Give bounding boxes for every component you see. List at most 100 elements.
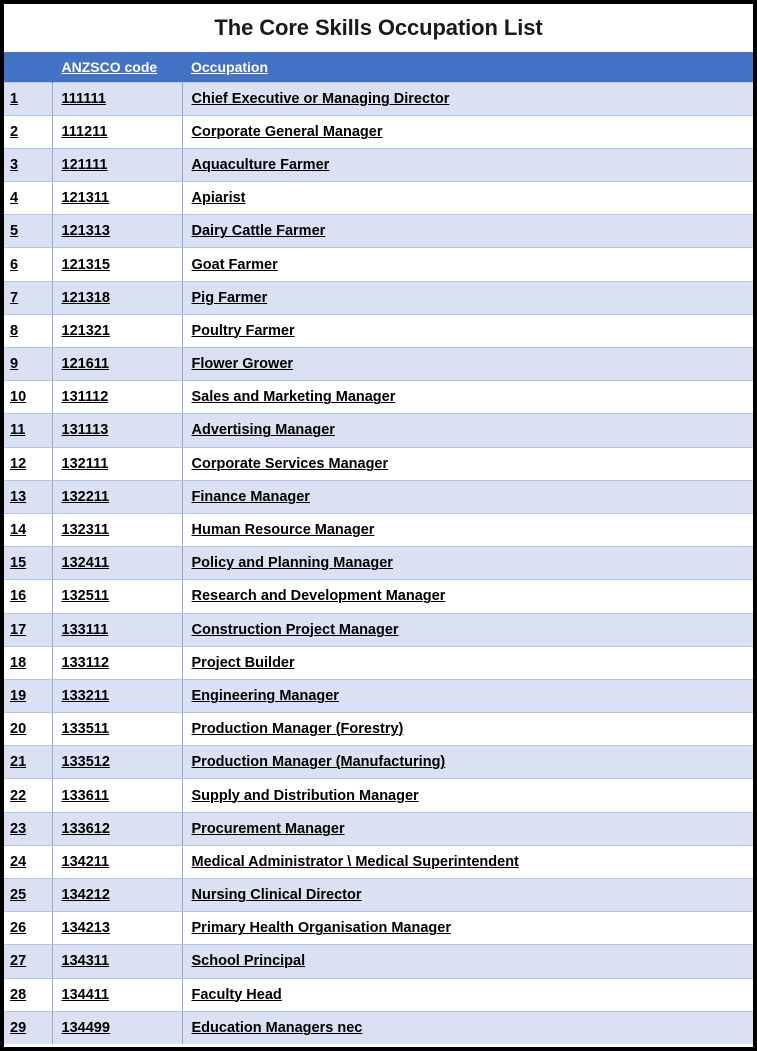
occupation-text: Supply and Distribution Manager <box>191 787 419 804</box>
row-index-cell: 19 <box>4 678 52 714</box>
row-index-cell: 27 <box>4 944 52 979</box>
occupation-cell: Education Managers nec <box>182 1010 753 1045</box>
occupation-text: Construction Project Manager <box>191 621 399 638</box>
table-row[interactable]: 4 121311 Apiarist <box>4 181 753 216</box>
anzsco-code-cell: 134499 <box>51 1010 183 1045</box>
row-index-cell: 2 <box>4 114 52 149</box>
table-row[interactable]: 29 134499 Education Managers nec <box>4 1010 753 1045</box>
anzsco-code-cell: 121313 <box>51 214 183 249</box>
table-row[interactable]: 1 111111 Chief Executive or Managing Direc… <box>4 81 753 116</box>
anzsco-code-cell: 111111 <box>51 81 183 116</box>
occupation-text: Procurement Manager <box>191 820 345 837</box>
table-row[interactable]: 21 133512 Production Manager (Manufacturin… <box>4 745 753 780</box>
table-row[interactable]: 27 134311 School Principal <box>4 944 753 979</box>
row-index-text: 21 <box>10 754 27 771</box>
anzsco-code-cell: 132311 <box>51 512 183 548</box>
table-row[interactable]: 28 134411 Faculty Head <box>4 977 753 1012</box>
anzsco-code-text: 133612 <box>61 820 110 837</box>
occupation-cell: Finance Manager <box>182 479 753 514</box>
table-row[interactable]: 24 134211 Medical Administrator \ Medical … <box>4 844 753 880</box>
occupation-text: Project Builder <box>191 654 295 671</box>
occupation-text: Poultry Farmer <box>191 322 295 339</box>
table-row[interactable]: 14 132311 Human Resource Manager <box>4 512 753 548</box>
table-row[interactable]: 16 132511 Research and Development Manager <box>4 579 753 614</box>
row-index-text: 24 <box>10 853 27 870</box>
occupation-cell: Human Resource Manager <box>182 512 753 548</box>
row-index-cell: 11 <box>4 413 52 448</box>
table-row[interactable]: 26 134213 Primary Health Organisation Mana… <box>4 911 753 946</box>
table-row[interactable]: 2 111211 Corporate General Manager <box>4 114 753 149</box>
anzsco-code-text: 133511 <box>61 721 110 738</box>
occupation-text: Human Resource Manager <box>191 522 375 539</box>
occupation-cell: Faculty Head <box>182 977 753 1012</box>
row-index-cell: 26 <box>4 911 52 946</box>
anzsco-code-cell: 134411 <box>51 977 183 1012</box>
occupation-cell: Chief Executive or Managing Director <box>182 81 753 116</box>
table-row[interactable]: 25 134212 Nursing Clinical Director <box>4 877 753 913</box>
anzsco-code-text: 134311 <box>61 953 110 970</box>
occupation-cell: Procurement Manager <box>182 811 753 846</box>
occupation-text: Sales and Marketing Manager <box>191 389 396 406</box>
table-row[interactable]: 22 133611 Supply and Distribution Manager <box>4 778 753 813</box>
table-row[interactable]: 6 121315 Goat Farmer <box>4 247 753 282</box>
row-index-text: 18 <box>10 654 27 671</box>
row-index-text: 14 <box>10 522 27 539</box>
occupation-cell: Supply and Distribution Manager <box>182 778 753 813</box>
anzsco-code-cell: 121111 <box>51 147 183 183</box>
row-index-text: 28 <box>10 986 27 1003</box>
anzsco-code-text: 131113 <box>61 422 109 439</box>
row-index-cell: 1 <box>4 81 52 116</box>
row-index-text: 1 <box>10 90 19 107</box>
row-index-cell: 7 <box>4 280 52 315</box>
row-index-cell: 3 <box>4 147 52 183</box>
anzsco-code-cell: 134211 <box>51 844 183 880</box>
column-header-occupation[interactable]: Occupation <box>182 52 753 82</box>
table-row[interactable]: 3 121111 Aquaculture Farmer <box>4 147 753 183</box>
table-row[interactable]: 10 131112 Sales and Marketing Manager <box>4 380 753 415</box>
table-row[interactable]: 15 132411 Policy and Planning Manager <box>4 546 753 581</box>
row-index-cell: 13 <box>4 479 52 514</box>
occupation-cell: Corporate Services Manager <box>182 446 753 481</box>
anzsco-code-cell: 134212 <box>51 877 183 913</box>
table-row[interactable]: 18 133112 Project Builder <box>4 645 753 680</box>
occupation-cell: Primary Health Organisation Manager <box>182 911 753 946</box>
table-row[interactable]: 20 133511 Production Manager (Forestry) <box>4 712 753 747</box>
anzsco-code-cell: 133112 <box>51 645 183 680</box>
column-header-index[interactable] <box>4 52 52 82</box>
table-header: ANZSCO code Occupation <box>4 52 753 82</box>
anzsco-code-text: 134213 <box>61 920 110 937</box>
anzsco-code-cell: 121318 <box>51 280 183 315</box>
row-index-text: 27 <box>10 953 27 970</box>
anzsco-code-cell: 111211 <box>51 114 183 149</box>
row-index-cell: 15 <box>4 546 52 581</box>
row-index-cell: 22 <box>4 778 52 813</box>
row-index-cell: 21 <box>4 745 52 780</box>
anzsco-code-text: 132311 <box>61 522 110 539</box>
occupation-text: Education Managers nec <box>191 1020 363 1037</box>
row-index-cell: 16 <box>4 579 52 614</box>
anzsco-code-cell: 133111 <box>51 612 183 647</box>
anzsco-code-cell: 121315 <box>51 247 183 282</box>
table-row[interactable]: 17 133111 Construction Project Manager <box>4 612 753 647</box>
table-row[interactable]: 11 131113 Advertising Manager <box>4 413 753 448</box>
occupation-text: Policy and Planning Manager <box>191 555 393 572</box>
table-row[interactable]: 7 121318 Pig Farmer <box>4 280 753 315</box>
anzsco-code-text: 132211 <box>61 488 110 505</box>
anzsco-code-text: 121315 <box>61 256 110 273</box>
row-index-cell: 29 <box>4 1010 52 1045</box>
anzsco-code-text: 134499 <box>61 1020 110 1037</box>
anzsco-code-cell: 134213 <box>51 911 183 946</box>
occupation-cell: Sales and Marketing Manager <box>182 380 753 415</box>
table-row[interactable]: 9 121611 Flower Grower <box>4 346 753 382</box>
table-row[interactable]: 23 133612 Procurement Manager <box>4 811 753 846</box>
table-row[interactable]: 19 133211 Engineering Manager <box>4 678 753 714</box>
column-header-anzsco-code[interactable]: ANZSCO code <box>51 52 182 82</box>
table-row[interactable]: 8 121321 Poultry Farmer <box>4 313 753 349</box>
table-row[interactable]: 13 132211 Finance Manager <box>4 479 753 514</box>
row-index-cell: 8 <box>4 313 52 349</box>
table-row[interactable]: 12 132111 Corporate Services Manager <box>4 446 753 481</box>
table-row[interactable]: 5 121313 Dairy Cattle Farmer <box>4 214 753 249</box>
occupation-cell: Pig Farmer <box>182 280 753 315</box>
occupation-text: Advertising Manager <box>191 422 335 439</box>
occupation-text: Nursing Clinical Director <box>191 887 362 904</box>
